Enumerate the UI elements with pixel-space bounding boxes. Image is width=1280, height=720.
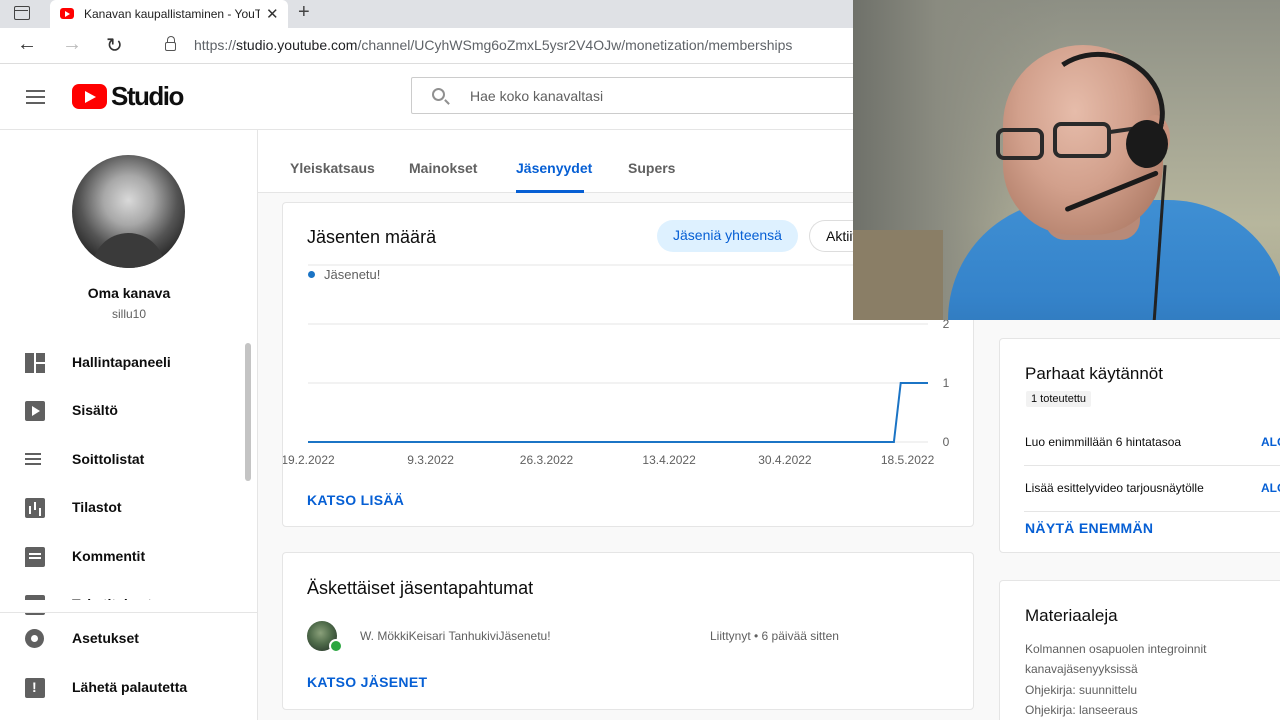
channel-avatar[interactable]: [72, 155, 185, 268]
sidebar-item-playlists[interactable]: Soittolistat: [0, 436, 244, 484]
show-more-link[interactable]: NÄYTÄ ENEMMÄN: [1025, 520, 1153, 536]
tab-actions-icon[interactable]: [14, 6, 30, 20]
youtube-logo-icon[interactable]: [72, 84, 107, 109]
chart-x-tick-label: 13.4.2022: [642, 453, 696, 467]
best-practices-title: Parhaat käytännöt: [1025, 364, 1163, 383]
browser-tab[interactable]: Kanavan kaupallistaminen - YouTube Studi…: [50, 0, 288, 28]
new-tab-icon[interactable]: +: [298, 1, 310, 24]
tab-title: Kanavan kaupallistaminen - YouTube Studi…: [84, 7, 260, 21]
practice-item-text: Luo enimmillään 6 hintatasoa: [1025, 435, 1182, 449]
playlist-icon: [25, 450, 45, 470]
sidebar-item-label: Sisältö: [72, 402, 118, 418]
url-host: studio.youtube.com: [236, 37, 358, 53]
menu-icon[interactable]: [26, 90, 45, 104]
sidebar-item-feedback[interactable]: Lähetä palautetta: [0, 664, 244, 712]
active-tab-indicator: [516, 190, 584, 193]
studio-logo-text[interactable]: Studio: [111, 81, 184, 112]
recent-events-title: Äskettäiset jäsentapahtumat: [307, 578, 534, 598]
glasses-icon: [996, 128, 1044, 160]
sidebar-item-settings[interactable]: Asetukset: [0, 615, 244, 663]
sidebar-item-label: Kommentit: [72, 548, 146, 564]
reload-icon[interactable]: ↻: [106, 33, 123, 58]
member-event-name: W. MökkiKeisari TanhukiviJäsenetu!: [360, 629, 551, 643]
close-tab-icon[interactable]: ✕: [266, 5, 279, 23]
chart-x-tick-label: 9.3.2022: [407, 453, 454, 467]
see-members-link[interactable]: KATSO JÄSENET: [307, 674, 427, 690]
recent-events-card: Äskettäiset jäsentapahtumat W. MökkiKeis…: [282, 552, 974, 710]
sidebar-divider: [0, 612, 257, 613]
sidebar-item-label: Asetukset: [72, 630, 139, 646]
url-path: /channel/UCyhWSmg6oZmxL5ysr2V4OJw/moneti…: [357, 37, 793, 53]
channel-handle: sillu10: [111, 307, 147, 321]
sidebar-scrollbar[interactable]: [245, 343, 251, 481]
analytics-icon: [25, 498, 45, 518]
lock-icon[interactable]: [165, 36, 176, 51]
search-placeholder: Hae koko kanavaltasi: [470, 88, 604, 104]
materials-link[interactable]: Ohjekirja: suunnittelu: [1025, 683, 1137, 697]
back-arrow-icon[interactable]: ←: [17, 33, 37, 56]
sidebar-item-dashboard[interactable]: Hallintapaneeli: [0, 339, 244, 387]
best-practices-card: Parhaat käytännöt 1 toteutettu Luo enimm…: [999, 338, 1280, 553]
screen: Kanavan kaupallistaminen - YouTube Studi…: [0, 0, 1280, 720]
tab-ads[interactable]: Mainokset: [409, 160, 477, 176]
materials-link[interactable]: Ohjekirja: lanseeraus: [1025, 703, 1138, 717]
practice-divider: [1024, 511, 1280, 512]
tab-memberships[interactable]: Jäsenyydet: [516, 160, 592, 176]
search-input[interactable]: Hae koko kanavaltasi: [411, 77, 871, 114]
webcam-overlay: [853, 0, 1280, 320]
sidebar-item-label: Lähetä palautetta: [72, 679, 188, 695]
membership-badge-icon: [329, 639, 343, 653]
sidebar-item-comments[interactable]: Kommentit: [0, 533, 244, 581]
see-more-link[interactable]: KATSO LISÄÄ: [307, 492, 404, 508]
tab-supers[interactable]: Supers: [628, 160, 675, 176]
search-icon: [432, 88, 445, 101]
sidebar-item-content[interactable]: Sisältö: [0, 387, 244, 435]
sidebar: Oma kanava sillu10 Hallintapaneeli Sisäl…: [0, 130, 258, 720]
materials-link-cont[interactable]: kanavajäsenyyksissä: [1025, 662, 1138, 676]
practice-item-action[interactable]: ALOITA: [1261, 435, 1280, 449]
completed-badge: 1 toteutettu: [1026, 391, 1092, 407]
headset-earcup: [1126, 120, 1168, 168]
url-field[interactable]: https://studio.youtube.com/channel/UCyhW…: [194, 37, 792, 53]
dashboard-icon: [25, 353, 45, 373]
forward-arrow-icon[interactable]: →: [62, 33, 82, 56]
sidebar-clip: [0, 600, 244, 612]
channel-name: Oma kanava: [87, 285, 171, 301]
url-prefix: https://: [194, 37, 237, 53]
youtube-favicon-icon: [60, 8, 74, 19]
sidebar-item-label: Hallintapaneeli: [72, 354, 171, 370]
chart-x-tick-label: 18.5.2022: [881, 453, 935, 467]
chart-series-line: [308, 382, 928, 443]
practice-item-text: Lisää esittelyvideo tarjousnäytölle: [1025, 481, 1204, 495]
materials-card: Materiaaleja Kolmannen osapuolen integro…: [999, 580, 1280, 720]
sidebar-item-analytics[interactable]: Tilastot: [0, 484, 244, 532]
webcam-door: [853, 230, 943, 320]
content-icon: [25, 401, 45, 421]
materials-title: Materiaaleja: [1025, 606, 1118, 625]
practice-item-action[interactable]: ALOITA: [1261, 481, 1280, 495]
sidebar-item-label: Soittolistat: [72, 451, 145, 467]
materials-link[interactable]: Kolmannen osapuolen integroinnit: [1025, 642, 1206, 656]
chart-y-tick-label: 0: [943, 435, 950, 449]
feedback-icon: [25, 678, 45, 698]
chart-y-tick-label: 1: [943, 376, 950, 390]
member-event-time: Liittynyt • 6 päivää sitten: [710, 629, 839, 643]
comments-icon: [25, 547, 45, 567]
settings-icon: [25, 629, 44, 648]
practice-divider: [1024, 465, 1280, 466]
sidebar-item-label: Tilastot: [72, 499, 122, 515]
chart-x-tick-label: 30.4.2022: [758, 453, 812, 467]
chart-x-tick-label: 19.2.2022: [283, 453, 335, 467]
tab-overview[interactable]: Yleiskatsaus: [290, 160, 375, 176]
chart-x-tick-label: 26.3.2022: [520, 453, 574, 467]
